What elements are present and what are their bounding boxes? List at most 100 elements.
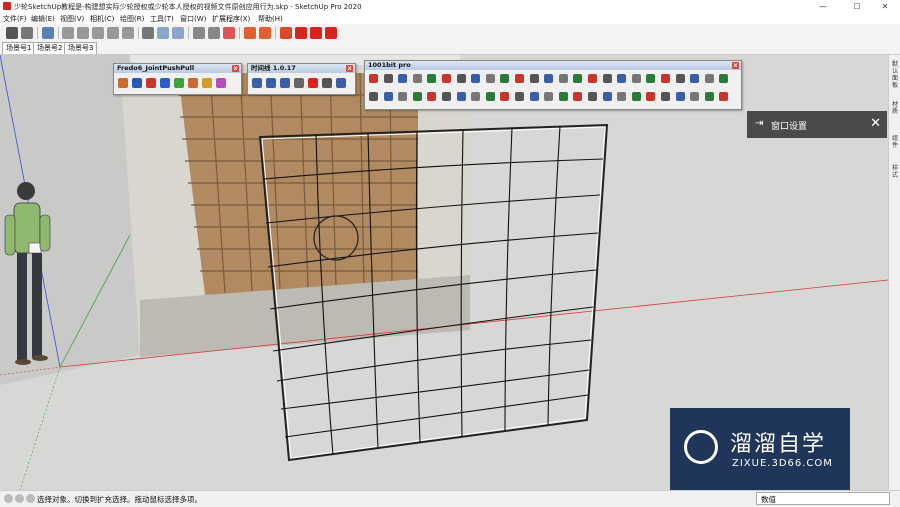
scene-tab-3[interactable]: 场景号3 [64,42,98,54]
1001bit-tool-icon[interactable] [646,74,656,83]
plugin-red-icon[interactable] [295,27,307,39]
1001bit-tool-icon[interactable] [573,74,583,83]
scene-tab-1[interactable]: 场景号1 [2,42,36,54]
1001bit-tool-icon[interactable] [631,92,641,101]
1001bit-tool-icon[interactable] [719,74,729,83]
menu-edit[interactable]: 编辑(E) [31,14,55,24]
1001bit-tool-icon[interactable] [500,74,510,83]
timeline-record-icon[interactable] [308,78,318,88]
menu-camera[interactable]: 相机(C) [90,14,114,24]
1001bit-pro-panel[interactable]: 1001bit pro x [364,60,742,110]
window-settings-close-button[interactable]: ✕ [870,116,881,131]
1001bit-panel-header[interactable]: 1001bit pro x [365,61,741,70]
menu-tools[interactable]: 工具(T) [150,14,174,24]
plugin-box-icon[interactable] [259,27,271,39]
plugin-red-gear-icon[interactable] [280,27,292,39]
close-window-button[interactable]: ✕ [874,1,896,12]
1001bit-tool-icon[interactable] [719,92,729,101]
menu-window[interactable]: 窗口(W) [180,14,206,24]
1001bit-tool-icon[interactable] [485,92,495,101]
zoom-icon[interactable] [193,27,205,39]
undo-pushpull-icon[interactable] [188,78,198,88]
1001bit-tool-icon[interactable] [704,92,714,101]
1001bit-tool-icon[interactable] [412,74,422,83]
1001bit-tool-icon[interactable] [602,92,612,101]
scene-tab-2[interactable]: 场景号2 [33,42,67,54]
new-file-icon[interactable] [62,27,74,39]
timeline-tool-4-icon[interactable] [294,78,304,88]
window-settings-panel[interactable]: ⇥ 窗口设置 ✕ [747,111,887,138]
section-plane-icon[interactable] [157,27,169,39]
orbit-icon[interactable] [172,27,184,39]
1001bit-tool-icon[interactable] [661,92,670,101]
open-file-icon[interactable] [77,27,89,39]
normal-pushpull-icon[interactable] [146,78,156,88]
collapse-arrow-icon[interactable]: ⇥ [755,118,763,129]
1001bit-tool-icon[interactable] [427,74,437,83]
minimize-button[interactable]: — [812,1,834,12]
1001bit-tool-icon[interactable] [675,74,685,83]
1001bit-tool-icon[interactable] [617,74,627,83]
plugin-gear-icon[interactable] [244,27,256,39]
plugin-timeline-panel-header[interactable]: 时间线 1.0.17 x [248,64,355,73]
1001bit-tool-icon[interactable] [485,74,495,83]
help-icon[interactable] [26,494,35,503]
vector-pushpull-icon[interactable] [132,78,142,88]
measurements-box[interactable]: 数值 [756,492,890,505]
menu-help[interactable]: 帮助(H) [258,14,283,24]
tray-tab-default[interactable]: 默认面板 [890,61,900,89]
1001bit-tool-icon[interactable] [558,92,568,101]
save-icon[interactable] [92,27,104,39]
follow-pushpull-icon[interactable] [174,78,184,88]
1001bit-tool-icon[interactable] [515,92,524,101]
tray-tab-materials[interactable]: 材质 [890,101,900,115]
1001bit-tool-icon[interactable] [588,92,597,101]
timeline-tool-2-icon[interactable] [266,78,276,88]
1001bit-tool-icon[interactable] [588,74,597,83]
1001bit-tool-icon[interactable] [471,92,481,101]
1001bit-tool-icon[interactable] [544,92,554,101]
1001bit-tool-icon[interactable] [456,92,466,101]
1001bit-tool-icon[interactable] [704,74,714,83]
1001bit-tool-icon[interactable] [690,92,700,101]
1001bit-tool-icon[interactable] [675,92,685,101]
tray-tab-components[interactable]: 组件 [890,135,900,149]
plugin-timeline-panel-close-button[interactable]: x [346,65,353,72]
thicken-pushpull-icon[interactable] [216,78,226,88]
timeline-tool-3-icon[interactable] [280,78,290,88]
plugin-timeline-panel[interactable]: 时间线 1.0.17 x [247,63,356,95]
menu-extensions[interactable]: 扩展程序(X) [212,14,250,24]
cut-icon[interactable] [107,27,119,39]
1001bit-tool-icon[interactable] [442,92,451,101]
1001bit-tool-icon[interactable] [369,74,378,83]
1001bit-tool-icon[interactable] [383,74,393,83]
1001bit-panel-close-button[interactable]: x [732,62,739,69]
plugin-render-icon[interactable] [325,27,337,39]
fredo6-panel-close-button[interactable]: x [232,65,239,72]
1001bit-tool-icon[interactable] [661,74,670,83]
1001bit-tool-icon[interactable] [690,74,700,83]
geolocation-icon[interactable] [4,494,13,503]
eraser-tool-icon[interactable] [21,27,33,39]
modeling-viewport[interactable]: Fredo6_JointPushPull x 时间线 1.0.17 x 1001… [0,55,888,490]
timeline-tool-1-icon[interactable] [252,78,262,88]
1001bit-tool-icon[interactable] [369,92,378,101]
1001bit-tool-icon[interactable] [383,92,393,101]
timeline-tool-6-icon[interactable] [322,78,332,88]
tray-tab-styles[interactable]: 样式 [890,165,900,179]
1001bit-tool-icon[interactable] [398,92,408,101]
1001bit-tool-icon[interactable] [617,92,627,101]
copy-icon[interactable] [122,27,134,39]
redo-pushpull-icon[interactable] [202,78,212,88]
1001bit-tool-icon[interactable] [427,92,437,101]
1001bit-tool-icon[interactable] [529,74,539,83]
menu-draw[interactable]: 绘图(R) [120,14,144,24]
1001bit-tool-icon[interactable] [602,74,612,83]
1001bit-tool-icon[interactable] [471,74,481,83]
credits-icon[interactable] [15,494,24,503]
extrude-pushpull-icon[interactable] [160,78,170,88]
1001bit-tool-icon[interactable] [529,92,539,101]
1001bit-tool-icon[interactable] [412,92,422,101]
walk-icon[interactable] [223,27,235,39]
1001bit-tool-icon[interactable] [646,92,656,101]
